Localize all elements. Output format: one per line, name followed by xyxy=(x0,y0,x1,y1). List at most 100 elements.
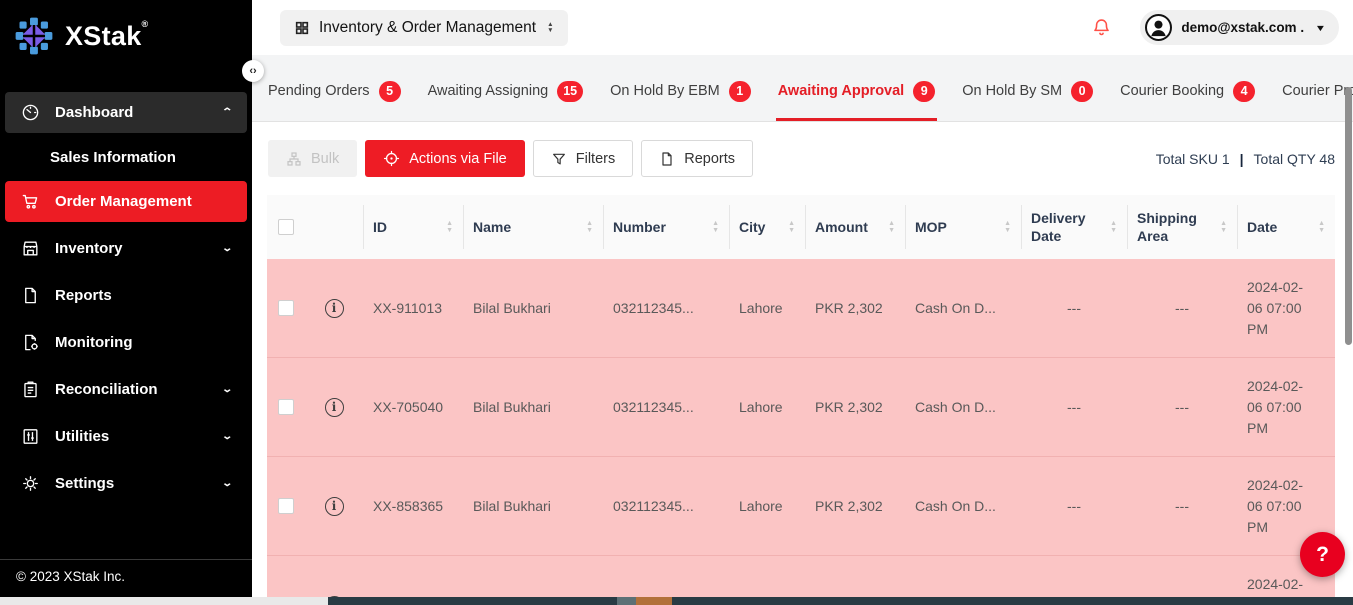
table-row[interactable]: i XX-911013 Bilal Bukhari 032112345... L… xyxy=(267,259,1335,358)
tab-courier-processing[interactable]: Courier Proc xyxy=(1282,61,1353,121)
row-checkbox[interactable] xyxy=(278,399,294,415)
info-icon[interactable]: i xyxy=(325,497,344,516)
info-column-header xyxy=(305,195,363,259)
tab-awaiting-assigning[interactable]: Awaiting Assigning 15 xyxy=(428,61,584,121)
bottom-edge-strip xyxy=(0,597,1353,605)
column-header-shipping-area[interactable]: Shipping Area ▲▼ xyxy=(1127,195,1237,259)
table-header: ID ▲▼ Name ▲▼ Number ▲▼ City ▲▼ Amount ▲… xyxy=(267,195,1335,259)
actions-via-file-label: Actions via File xyxy=(409,151,507,167)
total-qty: Total QTY 48 xyxy=(1254,151,1335,167)
chevron-down-icon: ⌄ xyxy=(221,478,233,489)
sidebar-item-label: Order Management xyxy=(55,193,192,210)
column-header-number[interactable]: Number ▲▼ xyxy=(603,195,729,259)
sidebar-item-reports[interactable]: Reports xyxy=(5,275,247,316)
sidebar-item-label: Settings xyxy=(55,475,114,492)
reports-button-label: Reports xyxy=(684,151,735,167)
tab-on-hold-by-ebm[interactable]: On Hold By EBM 1 xyxy=(610,61,751,121)
cell-shipping-area: --- xyxy=(1127,498,1237,514)
chevron-down-icon: ⌄ xyxy=(221,384,233,395)
tab-label: Awaiting Assigning xyxy=(428,83,549,99)
chevron-down-icon: ⌄ xyxy=(221,431,233,442)
row-checkbox[interactable] xyxy=(278,498,294,514)
cell-date: 2024-02-06 07:00 PM xyxy=(1237,376,1335,439)
sidebar-item-label: Utilities xyxy=(55,428,109,445)
tab-count-badge: 0 xyxy=(1071,81,1093,102)
brand-name: XStak® xyxy=(65,15,148,57)
sidebar-item-sales-information[interactable]: Sales Information xyxy=(5,138,247,176)
app-selector-dropdown[interactable]: Inventory & Order Management ▲▼ xyxy=(280,10,568,46)
cell-delivery-date: --- xyxy=(1021,498,1127,514)
clipboard-icon xyxy=(21,380,40,399)
select-all-checkbox[interactable] xyxy=(278,219,294,235)
cell-name: Bilal Bukhari xyxy=(463,300,603,316)
cell-city: Lahore xyxy=(729,399,805,415)
sort-carets-icon: ▲▼ xyxy=(706,221,719,234)
sort-carets-icon: ▲▼ xyxy=(440,221,453,234)
bulk-button-label: Bulk xyxy=(311,151,339,167)
tab-awaiting-approval[interactable]: Awaiting Approval 9 xyxy=(778,61,936,121)
tab-count-badge: 4 xyxy=(1233,81,1255,102)
sidebar-menu: Dashboard ⌃ Sales Information Order Mana… xyxy=(0,89,252,507)
sidebar-item-monitoring[interactable]: Monitoring xyxy=(5,322,247,363)
taskbar-sliver xyxy=(328,597,1353,605)
column-header-id[interactable]: ID ▲▼ xyxy=(363,195,463,259)
tab-count-badge: 9 xyxy=(913,81,935,102)
status-tabs: Pending Orders 5 Awaiting Assigning 15 O… xyxy=(252,55,1353,122)
tab-on-hold-by-sm[interactable]: On Hold By SM 0 xyxy=(962,61,1093,121)
tab-courier-booking[interactable]: Courier Booking 4 xyxy=(1120,61,1255,121)
table-row[interactable]: i 2024-02-06 07:00 PM xyxy=(267,556,1335,597)
row-checkbox[interactable] xyxy=(278,300,294,316)
tab-count-badge: 15 xyxy=(557,81,583,102)
column-header-date[interactable]: Date ▲▼ xyxy=(1237,195,1335,259)
cell-city: Lahore xyxy=(729,300,805,316)
sidebar-collapse-toggle[interactable]: ‹› xyxy=(242,60,264,82)
sidebar-item-inventory[interactable]: Inventory ⌄ xyxy=(5,228,247,269)
sort-carets-icon: ▲▼ xyxy=(1312,221,1325,234)
column-header-name[interactable]: Name ▲▼ xyxy=(463,195,603,259)
sidebar-item-utilities[interactable]: Utilities ⌄ xyxy=(5,416,247,457)
sort-carets-icon: ▲▼ xyxy=(782,221,795,234)
sitemap-icon xyxy=(286,151,302,167)
cell-number: 032112345... xyxy=(603,399,729,415)
cell-id: XX-911013 xyxy=(363,300,463,316)
table-row[interactable]: i XX-705040 Bilal Bukhari 032112345... L… xyxy=(267,358,1335,457)
select-all-column-header xyxy=(267,195,305,259)
notification-bell-icon[interactable] xyxy=(1091,17,1112,38)
actions-via-file-button[interactable]: Actions via File xyxy=(365,140,525,177)
cell-mop: Cash On D... xyxy=(905,300,1021,316)
sidebar-item-reconciliation[interactable]: Reconciliation ⌄ xyxy=(5,369,247,410)
sidebar-item-label: Monitoring xyxy=(55,334,132,351)
chevron-up-icon: ⌃ xyxy=(221,107,233,118)
reports-button[interactable]: Reports xyxy=(641,140,753,177)
help-button[interactable]: ? xyxy=(1300,532,1345,577)
filters-button[interactable]: Filters xyxy=(533,140,633,177)
cell-mop: Cash On D... xyxy=(905,399,1021,415)
table-row[interactable]: i XX-858365 Bilal Bukhari 032112345... L… xyxy=(267,457,1335,556)
column-header-mop[interactable]: MOP ▲▼ xyxy=(905,195,1021,259)
bulk-button[interactable]: Bulk xyxy=(268,140,357,177)
table-body: i XX-911013 Bilal Bukhari 032112345... L… xyxy=(267,259,1335,597)
sidebar-item-settings[interactable]: Settings ⌄ xyxy=(5,463,247,504)
column-header-city[interactable]: City ▲▼ xyxy=(729,195,805,259)
sidebar-item-dashboard[interactable]: Dashboard ⌃ xyxy=(5,92,247,133)
top-bar: Inventory & Order Management ▲▼ demo@xst… xyxy=(252,0,1353,55)
grid-icon xyxy=(294,20,310,36)
sort-carets-icon: ▲▼ xyxy=(998,221,1011,234)
vertical-scrollbar-thumb[interactable] xyxy=(1345,87,1352,345)
chevron-down-icon: ⌄ xyxy=(221,243,233,254)
user-menu[interactable]: demo@xstak.com . ▼ xyxy=(1140,10,1339,45)
info-icon[interactable]: i xyxy=(325,398,344,417)
column-header-delivery-date[interactable]: Delivery Date ▲▼ xyxy=(1021,195,1127,259)
cell-amount: PKR 2,302 xyxy=(805,498,905,514)
total-sku: Total SKU 1 xyxy=(1156,151,1230,167)
sidebar-item-order-management[interactable]: Order Management xyxy=(5,181,247,222)
info-icon[interactable]: i xyxy=(325,299,344,318)
column-header-amount[interactable]: Amount ▲▼ xyxy=(805,195,905,259)
store-icon xyxy=(21,239,40,258)
orders-table: ID ▲▼ Name ▲▼ Number ▲▼ City ▲▼ Amount ▲… xyxy=(267,195,1335,597)
shopping-cart-icon xyxy=(21,192,40,211)
cell-id: XX-705040 xyxy=(363,399,463,415)
sort-carets-icon: ▲▼ xyxy=(580,221,593,234)
tab-pending-orders[interactable]: Pending Orders 5 xyxy=(268,61,401,121)
main-area: Inventory & Order Management ▲▼ demo@xst… xyxy=(252,0,1353,597)
